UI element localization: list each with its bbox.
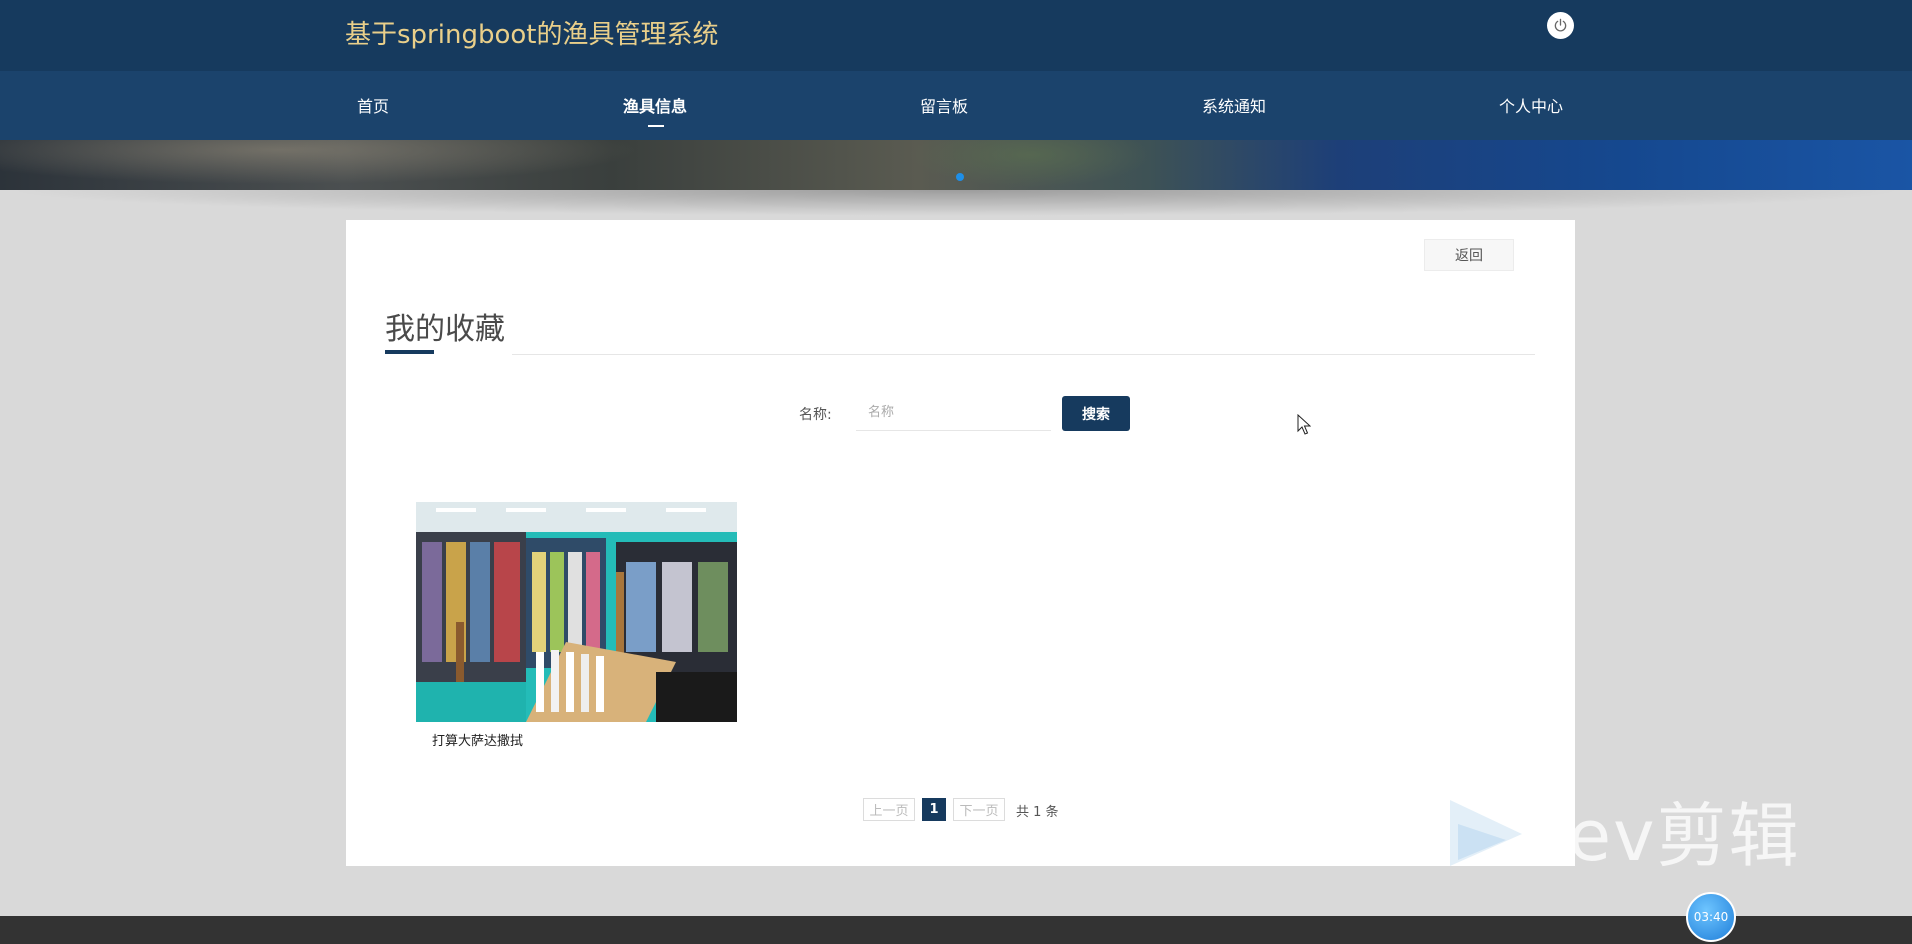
title-accent-bar bbox=[385, 350, 434, 354]
product-name[interactable]: 打算大萨达撒拭 bbox=[432, 730, 523, 749]
nav-item-notifications[interactable]: 系统通知 bbox=[1202, 93, 1266, 117]
nav-item-home[interactable]: 首页 bbox=[357, 93, 389, 117]
banner-shadow bbox=[0, 190, 1912, 216]
mouse-cursor-icon bbox=[1297, 414, 1311, 435]
title-divider bbox=[512, 354, 1535, 355]
product-image[interactable] bbox=[416, 502, 737, 722]
banner-carousel bbox=[0, 140, 1912, 190]
main-nav: 首页 渔具信息 留言板 系统通知 个人中心 bbox=[0, 71, 1912, 140]
site-title: 基于springboot的渔具管理系统 bbox=[345, 20, 719, 50]
shop-photo bbox=[416, 502, 737, 722]
watermark-text: ev剪辑 bbox=[1568, 795, 1801, 877]
top-header: 基于springboot的渔具管理系统 bbox=[0, 0, 1912, 71]
page-title: 我的收藏 bbox=[385, 312, 505, 347]
back-button[interactable]: 返回 bbox=[1424, 239, 1514, 271]
favorite-card[interactable]: 打算大萨达撒拭 bbox=[416, 502, 737, 749]
carousel-indicator-dot[interactable] bbox=[956, 173, 964, 181]
nav-item-fishing-gear[interactable]: 渔具信息 bbox=[623, 93, 687, 117]
search-button[interactable]: 搜索 bbox=[1062, 396, 1130, 431]
prev-page-button[interactable]: 上一页 bbox=[863, 798, 915, 821]
video-watermark: ev剪辑 bbox=[1448, 784, 1813, 877]
banner-trees-area bbox=[900, 140, 1160, 190]
recording-timer: 03:40 bbox=[1686, 892, 1736, 942]
total-count: 共 1 条 bbox=[1016, 805, 1059, 820]
logout-button[interactable] bbox=[1547, 12, 1574, 39]
banner-rock-area bbox=[0, 140, 700, 190]
power-icon bbox=[1554, 18, 1567, 32]
ev-logo-icon bbox=[1450, 800, 1522, 866]
page-footer bbox=[0, 916, 1912, 944]
favorites-panel: 返回 我的收藏 名称: 搜索 bbox=[346, 220, 1575, 866]
nav-item-personal-center[interactable]: 个人中心 bbox=[1499, 93, 1563, 117]
search-input[interactable] bbox=[856, 395, 1051, 431]
search-label: 名称: bbox=[799, 407, 832, 423]
nav-active-indicator bbox=[648, 125, 664, 127]
page-number-current[interactable]: 1 bbox=[922, 798, 946, 821]
next-page-button[interactable]: 下一页 bbox=[953, 798, 1005, 821]
nav-item-message-board[interactable]: 留言板 bbox=[920, 93, 968, 117]
